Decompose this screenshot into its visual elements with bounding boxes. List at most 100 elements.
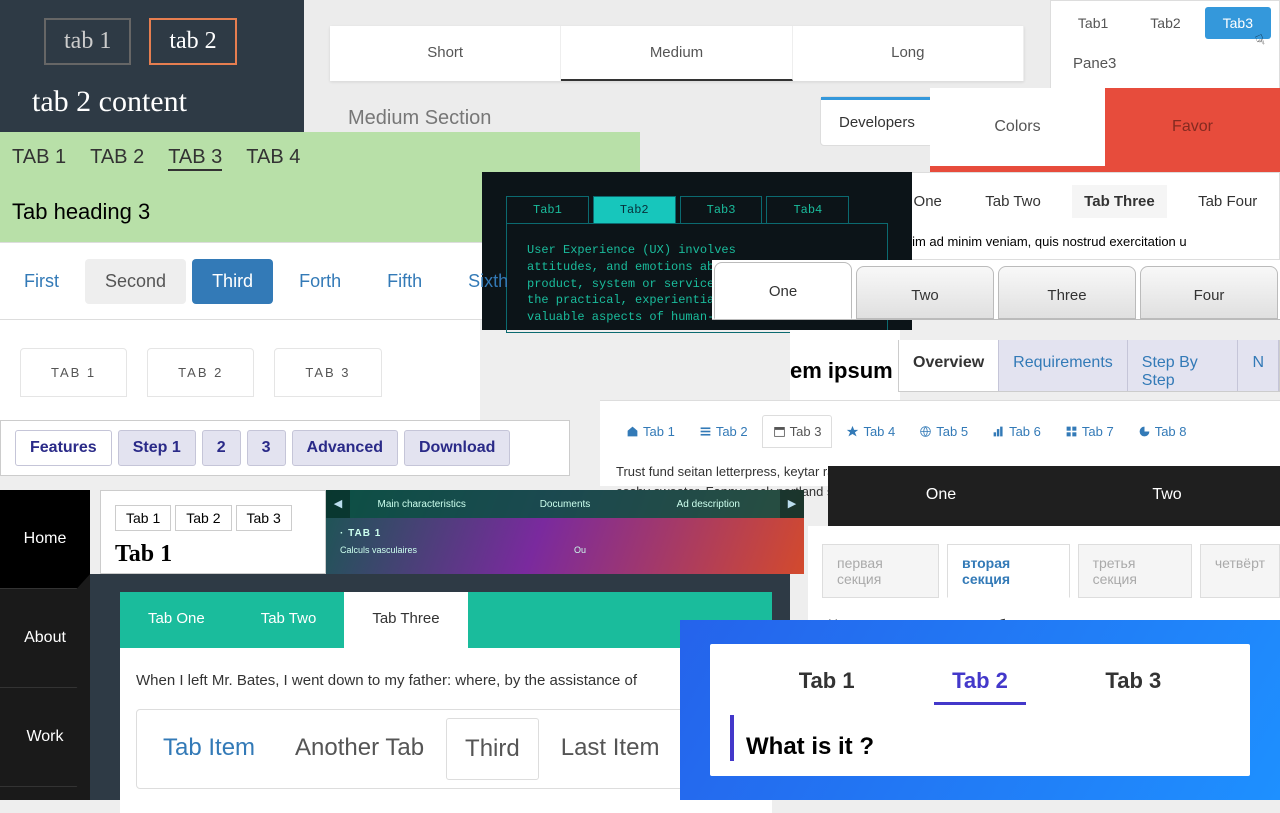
tab-fifth[interactable]: Fifth [367,259,442,304]
globe-icon [919,425,932,438]
tab-overview[interactable]: Overview [899,340,999,391]
tab-colors[interactable]: Colors [930,88,1105,166]
tab-advanced[interactable]: Advanced [292,430,398,466]
tab-2[interactable]: Tab 2 [934,660,1026,705]
tab-7[interactable]: Tab 7 [1055,415,1124,448]
tab-download[interactable]: Download [404,430,510,466]
tab-2[interactable]: TAB 2 [147,348,254,397]
sidebar-item-about[interactable]: About [0,589,90,688]
tab-3[interactable]: TAB 3 [274,348,381,397]
panel-red-colors: Colors Favor [930,88,1280,172]
tab-section-1[interactable]: первая секция [822,544,939,598]
tab-3[interactable]: Tab 3 [236,505,292,531]
tab-heading: Tab 1 [115,531,311,568]
tab-third[interactable]: Third [192,259,273,304]
tab-main[interactable]: Main characteristics [350,499,493,510]
tab-favorite[interactable]: Favor [1105,88,1280,166]
tab-one[interactable]: Tab One [120,592,233,648]
sidebar-vertical: Home About Work [0,490,90,800]
sidebar-item-work[interactable]: Work [0,688,90,787]
inner-tab-last[interactable]: Last Item [543,718,678,780]
tab-section-3[interactable]: третья секция [1078,544,1192,598]
tab-6[interactable]: Tab 6 [982,415,1051,448]
panel-blue-card: Tab 1 Tab 2 Tab 3 What is it ? [680,620,1280,800]
tab-section-4[interactable]: четвёрт [1200,544,1280,598]
panel-dark-one-two: One Two [828,466,1280,526]
tab-8[interactable]: Tab 8 [1128,415,1197,448]
panel-overview-tabs: Overview Requirements Step By Step N [898,340,1280,392]
panel-plain-cards: TAB 1 TAB 2 TAB 3 [0,320,480,420]
tab-step-3[interactable]: 3 [247,430,286,466]
tab-three[interactable]: Tab Three [1072,185,1167,218]
tab-features[interactable]: Features [15,430,112,466]
tab-1[interactable]: Tab 1 [616,415,685,448]
tab-3[interactable]: Tab3 [1205,7,1271,39]
tab-n[interactable]: N [1238,340,1279,391]
tab-one[interactable]: One [828,466,1054,526]
tab-short[interactable]: Short [330,26,561,81]
tab-section-2[interactable]: вторая секция [947,544,1070,598]
inner-tab-item[interactable]: Tab Item [145,718,273,780]
tab-step-2[interactable]: 2 [202,430,241,466]
tab-content: tab 2 content [0,65,304,119]
body-text: When I left Mr. Bates, I went down to my… [136,672,756,689]
tab-one[interactable]: One [714,262,852,319]
tab-ad-description[interactable]: Ad description [637,499,780,510]
panel-dark-bordered: tab 1 tab 2 tab 2 content [0,0,304,132]
tab-3[interactable]: Tab3 [680,196,763,223]
cursor-icon [1256,32,1265,49]
tab-5[interactable]: Tab 5 [909,415,978,448]
tab-1[interactable]: TAB 1 [12,146,66,171]
tab-three[interactable]: Three [998,266,1136,319]
panel-features-steps: Features Step 1 2 3 Advanced Download [0,420,570,476]
tab-step-by-step[interactable]: Step By Step [1128,340,1239,391]
tab-4[interactable]: Tab 4 [836,415,905,448]
tab-2[interactable]: Tab 2 [175,505,231,531]
tab-long[interactable]: Long [793,26,1024,81]
tab-1[interactable]: tab 1 [44,18,131,65]
tab-forth[interactable]: Forth [279,259,361,304]
tab-1[interactable]: Tab1 [506,196,589,223]
tab-2[interactable]: Tab2 [593,196,676,223]
tab-requirements[interactable]: Requirements [999,340,1128,391]
tab-first[interactable]: First [4,259,79,304]
star-icon [846,425,859,438]
panel-tab-one-four: ab One Tab Two Tab Three Tab Four Ut eni… [870,172,1280,260]
tab-second[interactable]: Second [85,259,186,304]
tab-4[interactable]: TAB 4 [246,146,300,171]
tab-1[interactable]: Tab 1 [781,660,873,705]
tab-two[interactable]: Two [856,266,994,319]
tab-four[interactable]: Tab Four [1186,185,1269,218]
tab-1[interactable]: Tab1 [1060,7,1126,39]
tab-two[interactable]: Two [1054,466,1280,526]
tab-2[interactable]: Tab2 [1132,7,1198,39]
tab-3[interactable]: Tab 3 [762,415,833,448]
sub-tab-developers[interactable]: Developers [821,97,934,145]
sidebar-item-home[interactable]: Home [0,490,90,589]
tab-two[interactable]: Tab Two [973,185,1053,218]
tab-sixth[interactable]: Sixth [448,259,528,304]
tab-two[interactable]: Tab Two [233,592,345,648]
tab-2[interactable]: Tab 2 [689,415,758,448]
tab-2[interactable]: TAB 2 [90,146,144,171]
tab-4[interactable]: Tab4 [766,196,849,223]
tab-3[interactable]: Tab 3 [1087,660,1179,705]
prev-arrow-icon[interactable]: ◀ [326,490,350,518]
tab-medium[interactable]: Medium [561,26,792,81]
tab-1[interactable]: Tab 1 [115,505,171,531]
tab-1[interactable]: TAB 1 [20,348,127,397]
tab-3[interactable]: TAB 3 [168,146,222,171]
panel-gradient-characteristics: ◀ Main characteristics Documents Ad desc… [326,490,804,574]
tab-2[interactable]: tab 2 [149,18,236,65]
tab-step-1[interactable]: Step 1 [118,430,196,466]
body-text: Ut enim ad minim veniam, quis nostrud ex… [871,230,1279,249]
inner-tab-third[interactable]: Third [446,718,539,780]
inner-tab-another[interactable]: Another Tab [277,718,442,780]
tab-four[interactable]: Four [1140,266,1278,319]
calendar-icon [773,425,786,438]
sub-label-1: Calculs vasculaires [340,545,417,555]
tab-documents[interactable]: Documents [493,499,636,510]
next-arrow-icon[interactable]: ▶ [780,490,804,518]
tab-three[interactable]: Tab Three [344,592,467,648]
grid-icon [1065,425,1078,438]
